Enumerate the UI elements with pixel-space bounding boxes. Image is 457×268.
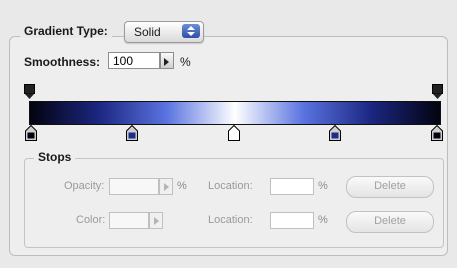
opacity-stop-right[interactable] (432, 84, 443, 100)
color-stop-3[interactable] (228, 125, 240, 141)
delete-color-stop-button[interactable]: Delete (346, 211, 434, 233)
location-label-1: Location: (208, 180, 253, 192)
gradient-type-value: Solid (134, 25, 161, 39)
stops-group (24, 158, 444, 248)
smoothness-stepper[interactable] (160, 52, 174, 69)
delete-opacity-stop-button[interactable]: Delete (346, 176, 434, 198)
smoothness-input[interactable] (108, 52, 160, 69)
gradient-type-label: Gradient Type: (20, 24, 112, 38)
location-percent-2: % (318, 214, 328, 226)
color-stop-4[interactable] (329, 125, 341, 141)
gradient-type-select[interactable]: Solid (124, 21, 204, 43)
opacity-field[interactable] (109, 178, 159, 195)
color-swatch-field[interactable] (109, 212, 149, 229)
color-picker-arrow[interactable] (149, 212, 163, 229)
gradient-preview-bar[interactable] (29, 101, 441, 125)
stops-section-label: Stops (34, 150, 76, 164)
opacity-stop-left[interactable] (24, 84, 35, 100)
select-arrows-icon (182, 24, 200, 38)
gradient-editor: Gradient Type: Solid Smoothness: % Stops… (0, 0, 457, 268)
smoothness-percent: % (180, 55, 191, 69)
color-stop-1[interactable] (25, 125, 37, 141)
color-stop-5[interactable] (431, 125, 443, 141)
opacity-label: Opacity: (64, 180, 105, 192)
location-percent-1: % (318, 180, 328, 192)
location-label-2: Location: (208, 214, 253, 226)
opacity-stepper[interactable] (159, 178, 173, 195)
location-field-2[interactable] (270, 212, 314, 229)
location-field-1[interactable] (270, 178, 314, 195)
color-stop-2[interactable] (126, 125, 138, 141)
opacity-percent: % (177, 180, 187, 192)
smoothness-label: Smoothness: (24, 55, 101, 69)
color-label: Color: (76, 214, 106, 226)
